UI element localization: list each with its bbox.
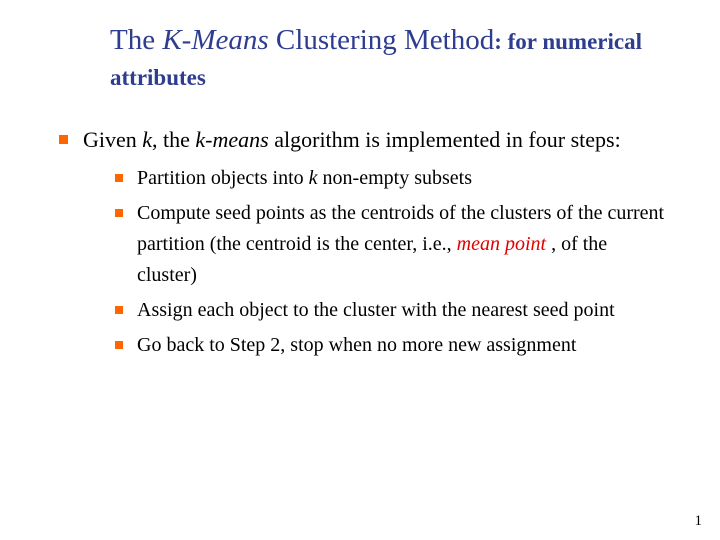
i2-accent: mean point (457, 233, 546, 255)
outer-list: Given k, the k-means algorithm is implem… (55, 123, 665, 361)
i1-post: non-empty subsets (318, 167, 472, 189)
i3: Assign each object to the cluster with t… (137, 299, 615, 321)
slide: The K-Means Clustering Method: for numer… (0, 0, 720, 361)
title-pre: The (110, 24, 162, 56)
title-mid: Clustering Method (269, 24, 495, 56)
outer-km: k-means (195, 127, 268, 152)
title-kmeans: K-Means (162, 24, 268, 56)
outer-mid: , the (152, 127, 195, 152)
i1-k: k (309, 167, 318, 189)
page-number: 1 (695, 513, 703, 530)
outer-item: Given k, the k-means algorithm is implem… (55, 123, 665, 361)
inner-item-1: Partition objects into k non-empty subse… (113, 163, 665, 194)
i1-pre: Partition objects into (137, 167, 309, 189)
inner-item-4: Go back to Step 2, stop when no more new… (113, 330, 665, 361)
inner-item-2: Compute seed points as the centroids of … (113, 198, 665, 291)
i4: Go back to Step 2, stop when no more new… (137, 334, 576, 356)
slide-title: The K-Means Clustering Method: for numer… (55, 22, 665, 95)
inner-item-3: Assign each object to the cluster with t… (113, 295, 665, 326)
outer-pre: Given (83, 127, 142, 152)
outer-k: k (142, 127, 152, 152)
outer-post: algorithm is implemented in four steps: (269, 127, 621, 152)
inner-list: Partition objects into k non-empty subse… (113, 163, 665, 361)
